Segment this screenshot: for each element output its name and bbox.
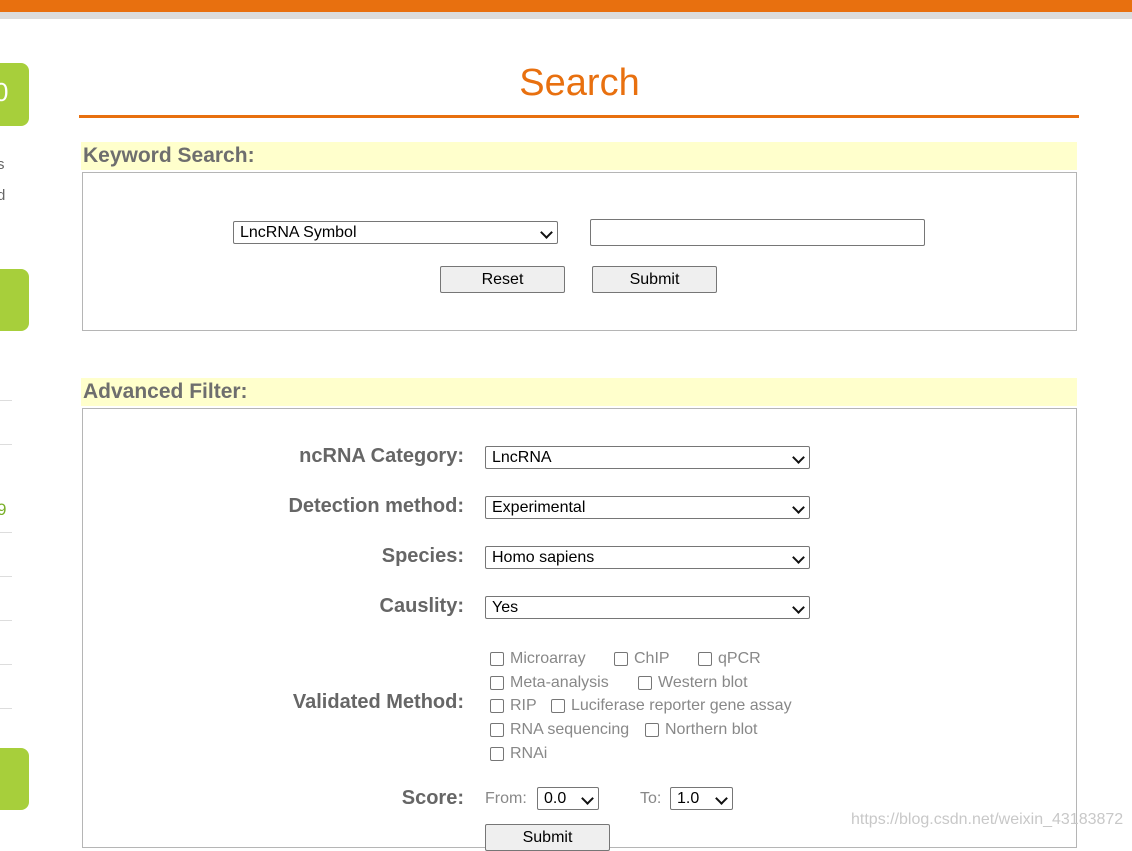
category-select[interactable]: LncRNA [485,446,810,469]
checkbox[interactable] [490,676,504,690]
checkbox[interactable] [490,652,504,666]
method-checkbox-meta-analysis[interactable]: Meta-analysis [490,674,609,692]
top-bar [0,0,1132,12]
detection-select-value: Experimental [492,499,586,516]
method-label: Western blot [658,674,748,691]
method-label: qPCR [718,650,761,667]
category-select-value: LncRNA [492,449,552,466]
checkbox[interactable] [614,652,628,666]
keyword-field-select-value: LncRNA Symbol [240,224,357,241]
sidebar-tab-2[interactable] [0,269,29,331]
chevron-down-icon [792,551,805,564]
top-bar-shadow [0,12,1132,19]
detection-select[interactable]: Experimental [485,496,810,519]
method-label: RNAi [510,745,548,762]
checkbox[interactable] [490,723,504,737]
keyword-submit-button[interactable]: Submit [592,266,717,293]
sidebar-number[interactable]: 9 [0,500,6,520]
sidebar-divider [0,620,12,621]
method-checkbox-rip[interactable]: RIP [490,697,537,715]
chevron-down-icon [715,792,728,805]
checkbox[interactable] [490,747,504,761]
chevron-down-icon [792,501,805,514]
score-to-select[interactable]: 1.0 [670,787,733,810]
advanced-filter-heading: Advanced Filter: [81,378,1077,406]
score-from-label: From: [485,790,527,807]
sidebar-text-1: s [0,156,5,173]
keyword-input[interactable] [590,219,925,246]
checkbox[interactable] [698,652,712,666]
method-checkbox-chip[interactable]: ChIP [614,650,670,668]
keyword-search-heading: Keyword Search: [81,142,1077,170]
checkbox[interactable] [551,699,565,713]
reset-button[interactable]: Reset [440,266,565,293]
sidebar-divider [0,400,12,401]
method-checkbox-qpcr[interactable]: qPCR [698,650,761,668]
checkbox[interactable] [490,699,504,713]
keyword-field-select[interactable]: LncRNA Symbol [233,221,558,244]
checkbox[interactable] [638,676,652,690]
sidebar-divider [0,444,12,445]
chevron-down-icon [792,601,805,614]
sidebar-divider [0,708,12,709]
keyword-search-panel [82,172,1077,331]
page-title: Search [519,62,640,104]
advanced-submit-button[interactable]: Submit [485,824,610,851]
method-label: Meta-analysis [510,674,609,691]
chevron-down-icon [792,451,805,464]
method-label: RNA sequencing [510,721,630,738]
method-label: ChIP [634,650,670,667]
sidebar-tab-3[interactable] [0,748,29,810]
causality-label: Causlity: [379,595,464,617]
detection-label: Detection method: [288,495,464,517]
checkbox[interactable] [645,723,659,737]
method-checkbox-western-blot[interactable]: Western blot [638,674,748,692]
validated-method-label: Validated Method: [292,691,464,713]
method-checkbox-rna-sequencing[interactable]: RNA sequencing [490,721,629,739]
method-checkbox-microarray[interactable]: Microarray [490,650,586,668]
method-checkbox-northern-blot[interactable]: Northern blot [645,721,758,739]
sidebar-tab-1-label: 0 [0,77,9,107]
species-select-value: Homo sapiens [492,549,595,566]
method-label: RIP [510,697,537,714]
watermark: https://blog.csdn.net/weixin_43183872 [851,811,1124,828]
sidebar-divider [0,664,12,665]
species-label: Species: [381,545,464,567]
method-label: Luciferase reporter gene assay [571,697,792,714]
species-select[interactable]: Homo sapiens [485,546,810,569]
sidebar-text-2: d [0,187,6,204]
score-from-value: 0.0 [544,790,567,807]
score-to-label: To: [640,790,662,807]
causality-select[interactable]: Yes [485,596,810,619]
category-label: ncRNA Category: [299,445,464,467]
method-checkbox-rnai[interactable]: RNAi [490,745,547,763]
advanced-filter-panel [82,408,1077,848]
method-label: Northern blot [665,721,758,738]
sidebar-divider [0,532,12,533]
score-to-value: 1.0 [677,790,700,807]
title-divider [79,115,1079,118]
chevron-down-icon [540,226,553,239]
method-checkbox-luciferase[interactable]: Luciferase reporter gene assay [551,697,792,715]
method-label: Microarray [510,650,586,667]
sidebar-tab-1[interactable]: 0 [0,63,29,126]
score-label: Score: [401,787,464,809]
chevron-down-icon [581,792,594,805]
score-from-select[interactable]: 0.0 [537,787,599,810]
causality-select-value: Yes [492,599,519,616]
sidebar-divider [0,576,12,577]
